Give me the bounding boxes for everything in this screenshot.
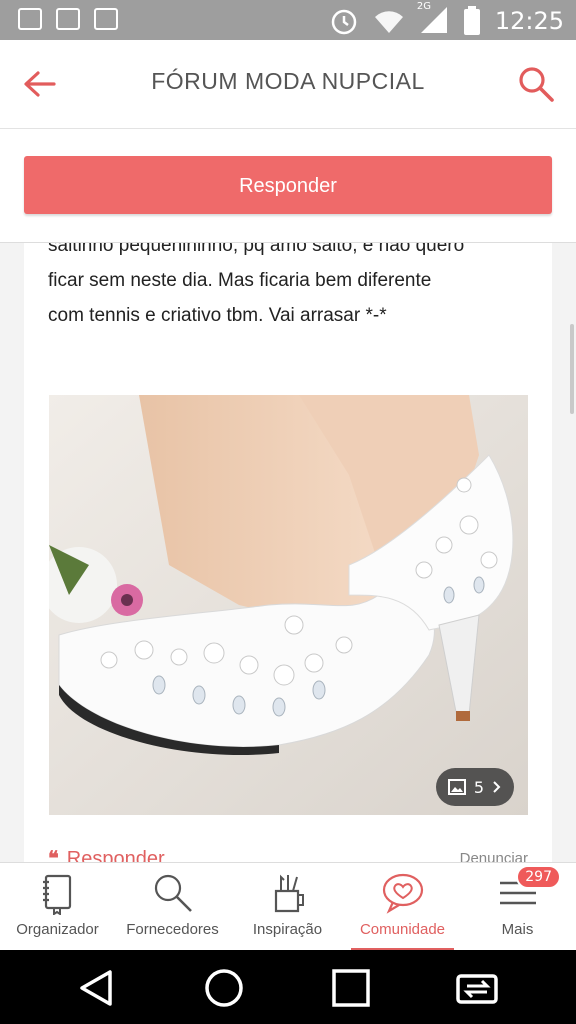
post-body: saltinho pequenininho, pq amo salto, e n…: [48, 228, 528, 333]
notification-badge: 297: [516, 865, 561, 889]
wifi-icon: [374, 11, 403, 33]
briefcase-notification-icon: [94, 8, 118, 30]
battery-icon: [463, 6, 480, 35]
nav-item-organizador[interactable]: Organizador: [0, 863, 115, 951]
alarm-icon: [331, 9, 357, 35]
bottom-navigation: Organizador Fornecedores Inspiração Comu…: [0, 862, 576, 951]
nav-item-comunidade[interactable]: Comunidade: [345, 863, 460, 951]
heart-chat-icon: [382, 873, 423, 914]
notebook-icon: [42, 874, 71, 915]
system-home-icon[interactable]: [200, 964, 248, 1012]
nav-label: Comunidade: [359, 921, 446, 938]
system-switch-sim-icon[interactable]: [453, 964, 501, 1012]
search-icon: [154, 874, 192, 912]
image-icon: [447, 779, 466, 795]
post-line: ficar sem neste dia. Mas ficaria bem dif…: [48, 270, 432, 291]
reply-bar: Responder: [0, 129, 576, 243]
gallery-count: 5: [473, 777, 485, 797]
nav-label: Fornecedores: [126, 921, 219, 938]
pencil-cup-icon: [274, 874, 304, 913]
post-card: saltinho pequenininho, pq amo salto, e n…: [24, 180, 552, 870]
gallery-count-badge[interactable]: 5: [436, 768, 514, 806]
nav-label: Inspiração: [252, 921, 323, 938]
chevron-right-icon: [493, 781, 501, 793]
page-title: FÓRUM MODA NUPCIAL: [151, 68, 425, 94]
bridal-shoe-image: [49, 395, 528, 815]
gallery-notification-icon: [18, 8, 42, 30]
status-time: 12:25: [494, 7, 564, 35]
nav-label: Mais: [501, 921, 534, 938]
app-bar: FÓRUM MODA NUPCIAL: [0, 40, 576, 129]
scroll-indicator: [570, 324, 574, 414]
post-line: com tennis e criativo tbm. Vai arrasar *…: [48, 305, 387, 326]
nav-item-mais[interactable]: 297 Mais: [460, 863, 575, 951]
system-back-icon[interactable]: [74, 964, 122, 1012]
nav-item-fornecedores[interactable]: Fornecedores: [115, 863, 230, 951]
nav-label: Organizador: [16, 921, 99, 938]
network-type-label: 2G: [416, 1, 431, 12]
translate-notification-icon: [56, 8, 80, 30]
post-photo[interactable]: 5: [49, 395, 528, 815]
nav-item-inspiracao[interactable]: Inspiração: [230, 863, 345, 951]
search-icon[interactable]: [516, 64, 556, 104]
reply-button[interactable]: Responder: [24, 156, 552, 214]
system-navigation-bar: [0, 950, 576, 1024]
status-bar: 2G 12:25: [0, 0, 576, 40]
system-recents-icon[interactable]: [327, 964, 375, 1012]
